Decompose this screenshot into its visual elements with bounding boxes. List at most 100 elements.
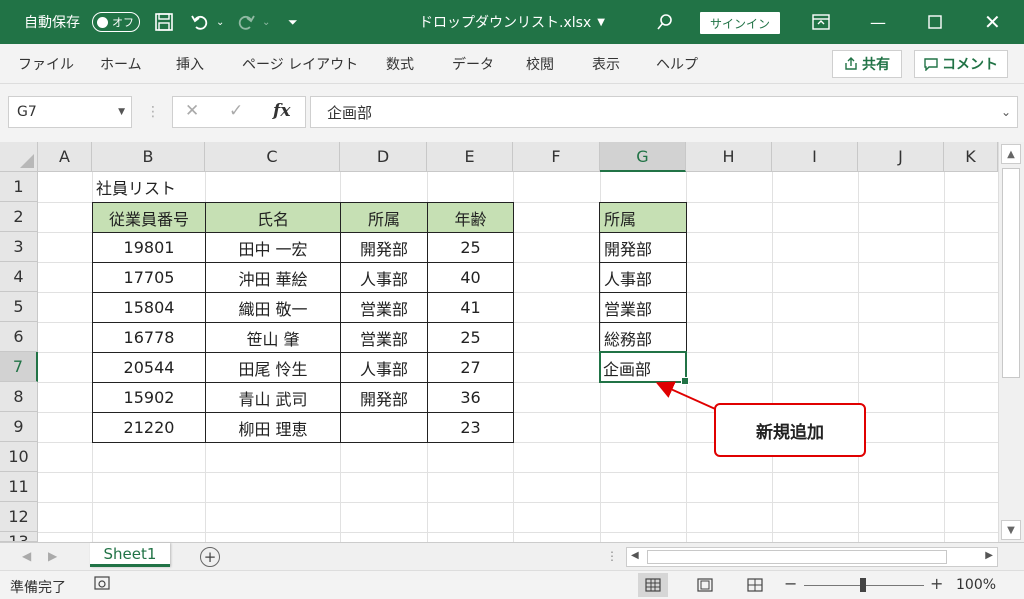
vertical-scroll-thumb[interactable]	[1002, 168, 1020, 378]
worksheet-grid[interactable]: A B C D E F G H I J K 1 2 3 4 5 6 7 8 9 …	[0, 142, 998, 542]
vertical-scrollbar[interactable]: ▲ ▼	[998, 142, 1024, 542]
save-icon[interactable]	[154, 0, 174, 44]
tab-formulas[interactable]: 数式	[386, 44, 414, 84]
table-cell[interactable]: 開発部	[340, 232, 428, 263]
table-cell[interactable]: 27	[427, 352, 514, 383]
tab-review[interactable]: 校閲	[526, 44, 554, 84]
scroll-up-icon[interactable]: ▲	[1001, 144, 1021, 164]
undo-dropdown-icon[interactable]: ⌄	[216, 0, 224, 44]
tab-home[interactable]: ホーム	[100, 44, 142, 84]
horizontal-scroll-thumb[interactable]	[647, 550, 947, 564]
zoom-in-icon[interactable]: +	[930, 574, 943, 593]
header-cell-name[interactable]: 氏名	[205, 202, 341, 233]
scroll-down-icon[interactable]: ▼	[1001, 520, 1021, 540]
scroll-right-icon[interactable]: ▶	[985, 550, 993, 561]
row-header-9[interactable]: 9	[0, 412, 38, 442]
zoom-out-icon[interactable]: −	[784, 574, 797, 593]
zoom-slider-thumb[interactable]	[860, 578, 866, 592]
header-cell-age[interactable]: 年齢	[427, 202, 514, 233]
cancel-icon[interactable]: ✕	[185, 101, 199, 121]
redo-dropdown-icon[interactable]: ⌄	[262, 0, 270, 44]
column-header-b[interactable]: B	[92, 142, 205, 172]
table-cell[interactable]: 営業部	[340, 322, 428, 353]
expand-formula-bar-icon[interactable]: ⌄	[1001, 105, 1011, 119]
table-cell[interactable]: 織田 敬一	[205, 292, 341, 323]
redo-icon[interactable]	[236, 0, 256, 44]
row-header-3[interactable]: 3	[0, 232, 38, 262]
row-header-5[interactable]: 5	[0, 292, 38, 322]
add-sheet-icon[interactable]: +	[200, 547, 220, 567]
tab-insert[interactable]: 挿入	[176, 44, 204, 84]
dept-list-item[interactable]: 人事部	[599, 262, 687, 293]
table-cell[interactable]: 営業部	[340, 292, 428, 323]
table-cell[interactable]: 20544	[92, 352, 206, 383]
table-cell[interactable]	[340, 412, 428, 443]
table-cell[interactable]: 25	[427, 322, 514, 353]
search-icon[interactable]	[656, 0, 674, 44]
header-cell-employee-id[interactable]: 従業員番号	[92, 202, 206, 233]
column-header-j[interactable]: J	[858, 142, 944, 172]
table-cell[interactable]: 人事部	[340, 352, 428, 383]
row-header-7[interactable]: 7	[0, 352, 38, 382]
prev-sheet-icon[interactable]: ◀	[22, 549, 31, 563]
scroll-left-icon[interactable]: ◀	[631, 550, 639, 561]
table-cell[interactable]: 青山 武司	[205, 382, 341, 413]
row-header-4[interactable]: 4	[0, 262, 38, 292]
row-header-10[interactable]: 10	[0, 442, 38, 472]
normal-view-icon[interactable]	[638, 573, 668, 597]
column-header-h[interactable]: H	[686, 142, 772, 172]
close-icon[interactable]: ✕	[984, 0, 1001, 44]
filename-dropdown-icon[interactable]: ▼	[597, 17, 605, 28]
comment-button[interactable]: コメント	[914, 50, 1008, 78]
sheet-title-cell[interactable]: 社員リスト	[92, 172, 292, 202]
tab-view[interactable]: 表示	[592, 44, 620, 84]
row-header-11[interactable]: 11	[0, 472, 38, 502]
row-header-13[interactable]: 13	[0, 532, 38, 542]
select-all-button[interactable]	[0, 142, 38, 172]
column-header-e[interactable]: E	[427, 142, 513, 172]
page-layout-view-icon[interactable]	[690, 573, 720, 597]
minimize-icon[interactable]: —	[870, 0, 886, 44]
table-cell[interactable]: 田尾 怜生	[205, 352, 341, 383]
table-cell[interactable]: 田中 一宏	[205, 232, 341, 263]
tab-file[interactable]: ファイル	[18, 44, 74, 84]
row-header-2[interactable]: 2	[0, 202, 38, 232]
sheet-tab-sheet1[interactable]: Sheet1	[90, 543, 170, 567]
tab-data[interactable]: データ	[452, 44, 494, 84]
table-cell[interactable]: 41	[427, 292, 514, 323]
column-header-k[interactable]: K	[944, 142, 998, 172]
name-box-dropdown-icon[interactable]: ▼	[118, 107, 125, 117]
dept-list-item[interactable]: 総務部	[599, 322, 687, 353]
enter-icon[interactable]: ✓	[229, 101, 243, 121]
table-cell[interactable]: 17705	[92, 262, 206, 293]
share-button[interactable]: 共有	[832, 50, 902, 78]
table-cell[interactable]: 19801	[92, 232, 206, 263]
row-header-6[interactable]: 6	[0, 322, 38, 352]
tab-page-layout[interactable]: ページ レイアウト	[242, 44, 358, 84]
dept-list-header[interactable]: 所属	[599, 202, 687, 233]
dept-list-item[interactable]: 開発部	[599, 232, 687, 263]
zoom-level[interactable]: 100%	[956, 577, 996, 593]
tab-split-handle-icon[interactable]: ⋮	[606, 549, 618, 563]
column-header-a[interactable]: A	[38, 142, 92, 172]
name-box[interactable]: G7 ▼	[8, 96, 132, 128]
table-cell[interactable]: 36	[427, 382, 514, 413]
table-cell[interactable]: 人事部	[340, 262, 428, 293]
table-cell[interactable]: 15902	[92, 382, 206, 413]
column-header-i[interactable]: I	[772, 142, 858, 172]
table-cell[interactable]: 柳田 理恵	[205, 412, 341, 443]
column-header-f[interactable]: F	[513, 142, 600, 172]
dept-list-item[interactable]: 営業部	[599, 292, 687, 323]
undo-icon[interactable]	[190, 0, 210, 44]
page-break-view-icon[interactable]	[740, 573, 770, 597]
tab-help[interactable]: ヘルプ	[656, 44, 698, 84]
row-header-8[interactable]: 8	[0, 382, 38, 412]
filename[interactable]: ドロップダウンリスト.xlsx	[419, 12, 591, 32]
table-cell[interactable]: 開発部	[340, 382, 428, 413]
table-cell[interactable]: 40	[427, 262, 514, 293]
row-header-1[interactable]: 1	[0, 172, 38, 202]
next-sheet-icon[interactable]: ▶	[48, 549, 57, 563]
table-cell[interactable]: 25	[427, 232, 514, 263]
table-cell[interactable]: 15804	[92, 292, 206, 323]
signin-button[interactable]: サインイン	[700, 12, 780, 34]
